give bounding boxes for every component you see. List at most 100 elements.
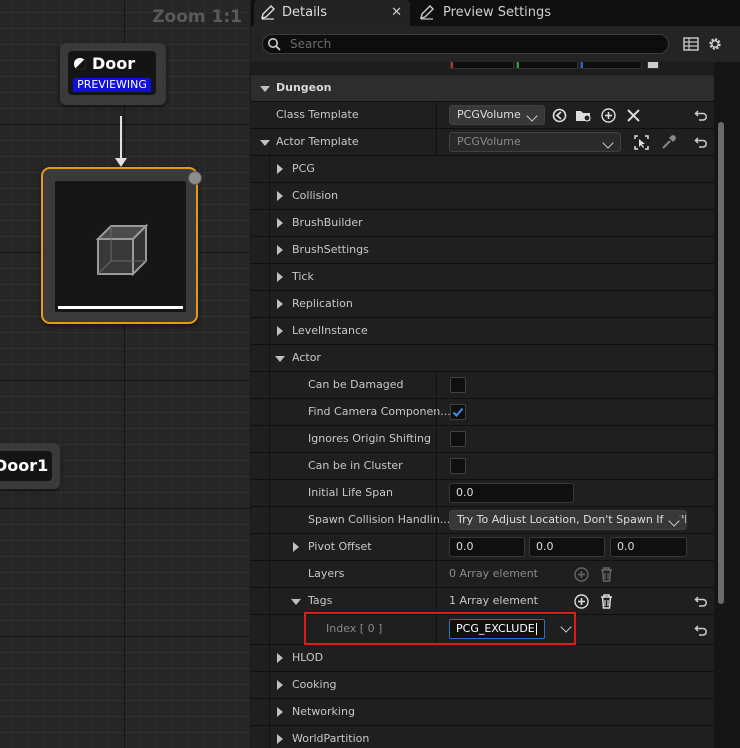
expanded-arrow-icon (260, 86, 270, 92)
subcategory-cooking[interactable]: Cooking (251, 672, 714, 699)
row-tags[interactable]: Tags 1 Array element (251, 588, 714, 615)
partial-field-x (450, 62, 514, 69)
zoom-label: Zoom 1:1 (152, 7, 242, 27)
subcategory-label: Collision (292, 189, 339, 202)
row-can-be-in-cluster: Can be in Cluster (251, 453, 714, 480)
column-splitter (436, 102, 437, 129)
reset-to-default-icon[interactable] (694, 108, 708, 122)
search-box[interactable] (262, 34, 669, 54)
subcategory-label: HLOD (292, 651, 324, 664)
indent-guide (269, 726, 270, 748)
graph-edge (120, 116, 122, 162)
subcategory-brushsettings[interactable]: BrushSettings (251, 237, 714, 264)
actor-template-value: PCGVolume (457, 135, 521, 148)
expanded-arrow-icon (291, 599, 301, 605)
column-splitter (436, 129, 437, 156)
row-pivot-offset[interactable]: Pivot Offset 0.0 0.0 0.0 (251, 534, 714, 561)
spawn-collision-dropdown[interactable]: Try To Adjust Location, Don't Spawn If S… (449, 510, 687, 530)
column-splitter (436, 534, 437, 561)
collapsed-arrow-icon (277, 734, 283, 744)
actor-template-dropdown[interactable]: PCGVolume (449, 132, 621, 152)
door1-node-title: Door1 (0, 456, 49, 475)
close-icon[interactable]: ✕ (391, 0, 402, 26)
row-actor-template[interactable]: Actor Template PCGVolume (251, 129, 714, 156)
indent-guide (269, 399, 270, 426)
pcg-graph-canvas[interactable]: Zoom 1:1 Door PREVIEWING Door1 (0, 0, 250, 748)
reset-to-default-icon[interactable] (694, 135, 708, 149)
add-element-icon[interactable] (573, 593, 590, 610)
actor-template-label: Actor Template (276, 135, 359, 148)
node-progress-bar (58, 306, 183, 309)
reset-to-default-icon[interactable] (694, 594, 708, 608)
subcategory-networking[interactable]: Networking (251, 699, 714, 726)
search-icon (268, 38, 281, 51)
door1-node[interactable]: Door1 (0, 443, 60, 489)
subcategory-hlod[interactable]: HLOD (251, 645, 714, 672)
subcategory-levelinstance[interactable]: LevelInstance (251, 318, 714, 345)
chevron-down-icon (602, 137, 614, 149)
column-splitter (436, 453, 437, 480)
collapsed-arrow-icon (277, 653, 283, 663)
class-template-dropdown[interactable]: PCGVolume (449, 105, 545, 125)
pivot-offset-y[interactable]: 0.0 (529, 537, 605, 557)
subcategory-pcg[interactable]: PCG (251, 156, 714, 183)
half-circle-icon (74, 58, 86, 70)
column-splitter (436, 561, 437, 588)
details-panel: Details ✕ Preview Settings Search Dungeo… (251, 0, 740, 748)
door-node[interactable]: Door PREVIEWING (60, 43, 166, 105)
subcategory-tick[interactable]: Tick (251, 264, 714, 291)
column-splitter (436, 507, 437, 534)
trash-icon[interactable] (598, 566, 615, 583)
use-selected-icon[interactable] (551, 107, 568, 124)
trash-icon[interactable] (598, 593, 615, 610)
subcategory-actor[interactable]: Actor (251, 345, 714, 372)
indent-guide (269, 426, 270, 453)
add-element-icon[interactable] (573, 566, 590, 583)
subcategory-worldpartition[interactable]: WorldPartition (251, 726, 714, 748)
subcategory-collision[interactable]: Collision (251, 183, 714, 210)
subcategory-replication[interactable]: Replication (251, 291, 714, 318)
partial-field-z (580, 62, 642, 69)
eyedropper-icon[interactable] (660, 134, 677, 151)
tab-preview-settings[interactable]: Preview Settings (419, 0, 619, 26)
tags-summary: 1 Array element (449, 594, 538, 607)
collapsed-arrow-icon (277, 272, 283, 282)
select-actor-icon[interactable] (633, 134, 650, 151)
pcg-volume-node[interactable] (41, 167, 198, 324)
can-be-in-cluster-label: Can be in Cluster (308, 459, 403, 472)
door1-node-body: Door1 (0, 451, 52, 481)
browse-folder-icon[interactable] (575, 107, 592, 124)
clear-icon[interactable] (625, 107, 642, 124)
add-icon[interactable] (600, 107, 617, 124)
search-row (251, 26, 740, 62)
search-input[interactable] (290, 36, 650, 52)
pcg-volume-node-body (55, 181, 186, 312)
pivot-offset-x[interactable]: 0.0 (449, 537, 525, 557)
pivot-offset-z[interactable]: 0.0 (610, 537, 687, 557)
subcategory-brushbuilder[interactable]: BrushBuilder (251, 210, 714, 237)
can-be-damaged-checkbox[interactable] (450, 377, 466, 393)
subcategory-label: WorldPartition (292, 732, 370, 745)
row-layers: Layers 0 Array element (251, 561, 714, 588)
reset-to-default-icon[interactable] (694, 623, 708, 637)
indent-guide (269, 588, 270, 615)
table-view-icon[interactable] (683, 37, 699, 51)
node-pin[interactable] (188, 171, 202, 185)
gear-icon[interactable] (707, 36, 723, 52)
pencil-icon (261, 5, 275, 20)
can-be-in-cluster-checkbox[interactable] (450, 458, 466, 474)
find-camera-checkbox[interactable] (450, 404, 466, 420)
tab-preview-settings-label: Preview Settings (443, 5, 552, 20)
details-scrollbar[interactable] (718, 122, 724, 604)
collapsed-arrow-icon (277, 326, 283, 336)
ignores-origin-checkbox[interactable] (450, 431, 466, 447)
collapsed-arrow-icon (277, 191, 283, 201)
pencil-icon (420, 5, 434, 20)
partial-field-y (516, 62, 578, 69)
indent-guide (269, 615, 270, 645)
tab-details[interactable]: Details ✕ (254, 0, 410, 26)
row-can-be-damaged: Can be Damaged (251, 372, 714, 399)
category-dungeon[interactable]: Dungeon (251, 75, 714, 102)
initial-life-span-input[interactable]: 0.0 (449, 483, 574, 503)
indent-guide (269, 453, 270, 480)
